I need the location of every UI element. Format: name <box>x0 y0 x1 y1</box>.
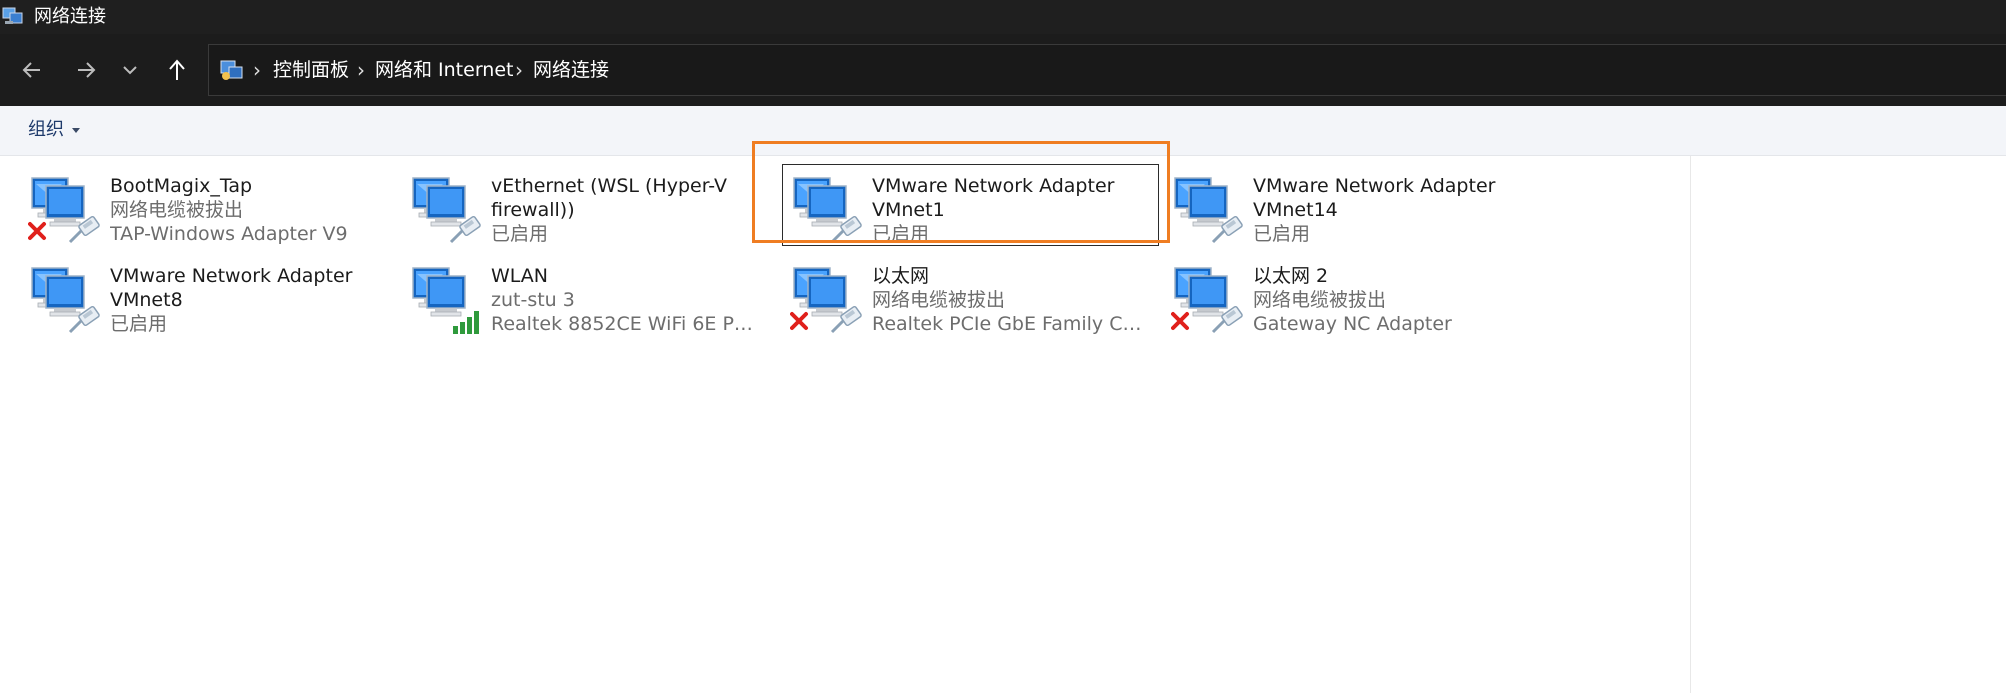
network-connections-icon <box>2 7 23 24</box>
connection-name: VMware Network Adapter VMnet1 <box>872 175 1115 221</box>
command-bar: 组织 <box>0 106 2006 156</box>
connection-text: VMware Network Adapter VMnet1 已启用 <box>872 174 1144 246</box>
error-x-icon <box>790 312 808 330</box>
connection-item[interactable]: VMware Network Adapter VMnet14 已启用 <box>1147 164 1527 246</box>
connection-status: 网络电缆被拔出 <box>872 289 1006 311</box>
connection-item[interactable]: 以太网网络电缆被拔出Realtek PCIe GbE Family Contr.… <box>766 254 1146 336</box>
connection-status: 网络电缆被拔出 <box>1253 289 1387 311</box>
connection-device: Realtek PCIe GbE Family Contr... <box>872 313 1144 335</box>
connection-name: 以太网 2 <box>1253 265 1329 287</box>
connection-text: VMware Network Adapter VMnet8 已启用 <box>110 264 382 336</box>
chevron-down-icon <box>123 66 137 75</box>
error-x-icon <box>1171 312 1189 330</box>
network-adapter-icon <box>28 177 100 244</box>
connection-status: 网络电缆被拔出 <box>110 199 244 221</box>
breadcrumb-control-panel[interactable]: 控制面板 <box>273 58 349 82</box>
breadcrumb-network-internet[interactable]: 网络和 Internet <box>375 58 513 82</box>
view-divider <box>1690 156 1691 693</box>
connection-name: VMware Network Adapter VMnet8 <box>110 265 353 311</box>
title-bar: 网络连接 <box>0 0 2006 34</box>
network-adapter-icon <box>412 177 481 244</box>
network-adapter-icon <box>412 267 479 334</box>
breadcrumb-separator-icon: › <box>357 58 365 82</box>
address-bar[interactable]: › 控制面板 › 网络和 Internet › 网络连接 <box>208 44 2006 96</box>
connection-device: Realtek 8852CE WiFi 6E PCI-E ... <box>491 313 763 335</box>
connection-device: Gateway NC Adapter <box>1253 313 1452 335</box>
connection-status: 已启用 <box>491 223 549 245</box>
connection-name: BootMagix_Tap <box>110 175 253 197</box>
connection-name: WLAN <box>491 265 549 287</box>
arrow-right-icon <box>78 62 96 78</box>
navigation-bar: › 控制面板 › 网络和 Internet › 网络连接 <box>0 34 2006 106</box>
connection-item[interactable]: 以太网 2 网络电缆被拔出 Gateway NC Adapter <box>1147 254 1527 336</box>
connection-item[interactable]: WLAN zut-stu 3 Realtek 8852CE WiFi 6E PCI-… <box>385 254 765 336</box>
connection-text: BootMagix_Tap 网络电缆被拔出 TAP-Windows Adapter … <box>110 174 382 246</box>
connection-name: vEthernet (WSL (Hyper-V firewall)) <box>491 175 728 221</box>
up-button[interactable] <box>157 50 197 90</box>
window-title: 网络连接 <box>34 6 106 27</box>
network-adapter-icon <box>31 267 100 334</box>
connection-status: zut-stu 3 <box>491 289 575 311</box>
connection-item[interactable]: VMware Network Adapter VMnet1 已启用 <box>766 164 1146 246</box>
network-adapter-icon <box>1171 267 1243 334</box>
connection-status: 已启用 <box>872 223 930 245</box>
connection-item[interactable]: BootMagix_Tap 网络电缆被拔出 TAP-Windows Adapter … <box>4 164 384 246</box>
connection-text: WLAN zut-stu 3 Realtek 8852CE WiFi 6E PCI-… <box>491 264 763 336</box>
arrow-up-icon <box>169 59 185 80</box>
network-adapter-icon <box>793 177 862 244</box>
connection-text: vEthernet (WSL (Hyper-V firewall)) 已启用 <box>491 174 763 246</box>
error-x-icon <box>28 222 46 240</box>
organize-menu-button[interactable]: 组织 <box>28 118 80 142</box>
connection-text: VMware Network Adapter VMnet14 已启用 <box>1253 174 1525 246</box>
breadcrumb-separator-icon: › <box>515 58 523 82</box>
breadcrumb-separator-icon: › <box>253 58 261 82</box>
connection-name: VMware Network Adapter VMnet14 <box>1253 175 1496 221</box>
connection-name: 以太网 <box>872 265 930 287</box>
connection-text: 以太网 2 网络电缆被拔出 Gateway NC Adapter <box>1253 264 1525 336</box>
connection-status: 已启用 <box>1253 223 1311 245</box>
caret-down-icon <box>72 127 80 133</box>
network-adapter-icon <box>1174 177 1243 244</box>
organize-label: 组织 <box>28 119 64 140</box>
connection-status: 已启用 <box>110 313 168 335</box>
breadcrumb-network-connections[interactable]: 网络连接 <box>533 58 609 82</box>
arrow-left-icon <box>22 62 40 78</box>
connection-item[interactable]: vEthernet (WSL (Hyper-V firewall)) 已启用 <box>385 164 765 246</box>
connection-text: 以太网网络电缆被拔出Realtek PCIe GbE Family Contr.… <box>872 264 1144 336</box>
connection-device: TAP-Windows Adapter V9 <box>110 223 348 245</box>
forward-button[interactable] <box>66 50 106 90</box>
connection-item[interactable]: VMware Network Adapter VMnet8 已启用 <box>4 254 384 336</box>
network-adapter-icon <box>790 267 862 334</box>
control-panel-icon <box>220 60 243 80</box>
recent-locations-button[interactable] <box>110 50 150 90</box>
back-button[interactable] <box>12 50 52 90</box>
connections-view: BootMagix_Tap 网络电缆被拔出 TAP-Windows Adapter … <box>0 156 2006 693</box>
